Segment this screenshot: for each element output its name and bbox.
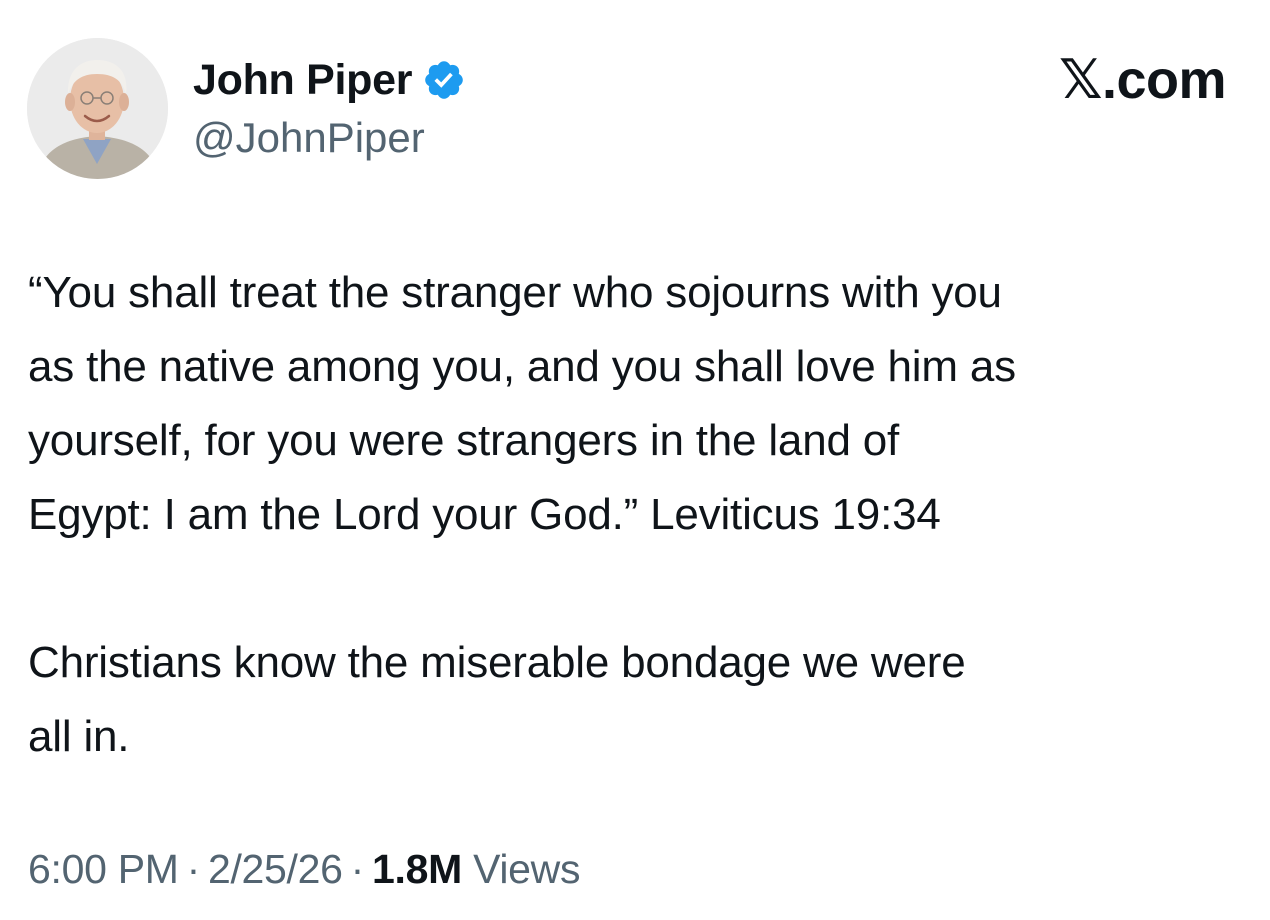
tweet-meta: 6:00 PM · 2/25/26 · 1.8M Views [28, 846, 581, 893]
meta-separator: · [350, 846, 365, 892]
author-handle[interactable]: @JohnPiper [193, 114, 425, 162]
views-label: Views [473, 846, 581, 892]
avatar[interactable] [27, 38, 168, 179]
tweet-time[interactable]: 6:00 PM [28, 846, 179, 892]
tweet-paragraph: “You shall treat the stranger who sojour… [28, 268, 1016, 539]
avatar-portrait [27, 38, 168, 179]
tweet-date[interactable]: 2/25/26 [208, 846, 343, 892]
author-display-name[interactable]: John Piper [193, 56, 413, 105]
tweet-text: “You shall treat the stranger who sojour… [28, 256, 1263, 774]
author-name-row: John Piper [193, 52, 466, 108]
verified-badge-icon [425, 61, 463, 99]
meta-separator: · [186, 846, 201, 892]
views-count: 1.8M [372, 846, 462, 892]
brand-watermark: 𝕏.com [1058, 50, 1227, 110]
tweet-paragraph: Christians know the miserable bondage we… [28, 638, 966, 761]
